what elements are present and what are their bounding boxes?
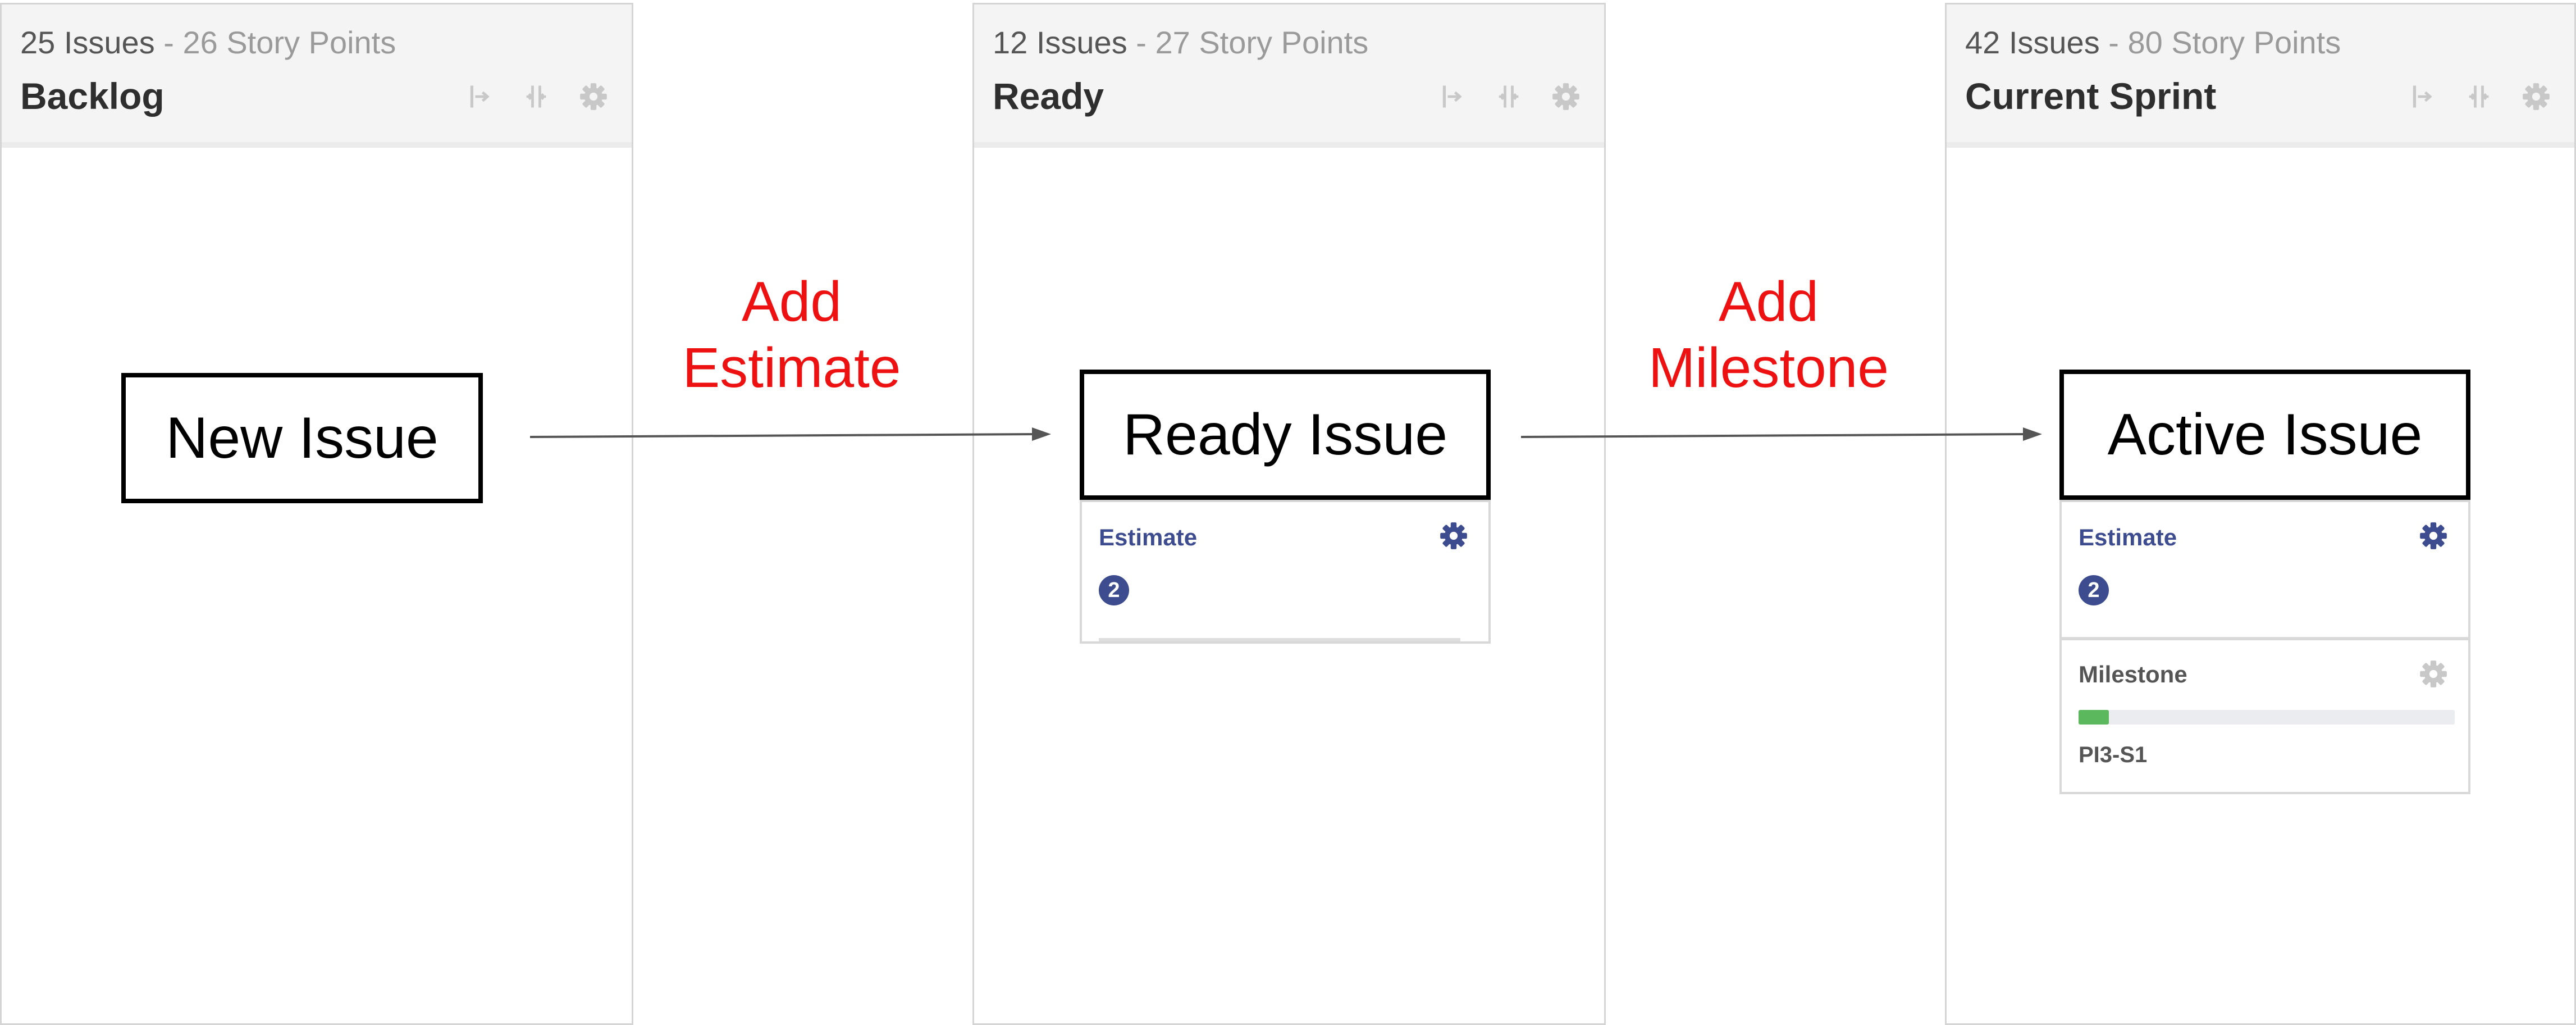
column-backlog: 25 Issues - 26 Story Points Backlog: [0, 3, 633, 1025]
transition-label-line: Milestone: [1648, 336, 1889, 399]
milestone-progress-fill: [2079, 710, 2109, 725]
column-header-backlog: 25 Issues - 26 Story Points Backlog: [2, 4, 632, 148]
arrow-new-to-ready: [529, 427, 1051, 441]
stage-box-new-issue: New Issue: [121, 373, 483, 503]
column-tools: [1437, 82, 1581, 111]
column-title: Backlog: [20, 75, 165, 117]
transition-label-add-milestone: Add Milestone: [1623, 268, 1915, 401]
compress-icon[interactable]: [522, 82, 551, 111]
transition-label-line: Add: [742, 270, 842, 333]
column-header-ready: 12 Issues - 27 Story Points Ready: [974, 4, 1604, 148]
collapse-icon[interactable]: [2407, 82, 2436, 111]
stage-box-active-issue: Active Issue: [2059, 370, 2470, 500]
transition-label-line: Add: [1719, 270, 1819, 333]
summary-separator: -: [1136, 25, 1147, 60]
gear-icon[interactable]: [2419, 521, 2448, 550]
gear-icon[interactable]: [579, 82, 608, 111]
estimate-panel-ready: Estimate 2: [1080, 500, 1491, 644]
story-points: 26 Story Points: [182, 25, 396, 60]
column-tools: [464, 82, 608, 111]
estimate-label: Estimate: [2079, 524, 2177, 550]
collapse-icon[interactable]: [464, 82, 494, 111]
compress-icon[interactable]: [1494, 82, 1523, 111]
gear-icon[interactable]: [1439, 521, 1468, 550]
transition-label-line: Estimate: [682, 336, 901, 399]
milestone-panel: Milestone PI3-S1: [2059, 638, 2470, 794]
milestone-label: Milestone: [2079, 661, 2187, 687]
gear-icon[interactable]: [1551, 82, 1581, 111]
milestone-name: PI3-S1: [2079, 742, 2148, 767]
column-summary: 25 Issues - 26 Story Points: [20, 27, 396, 58]
estimate-panel-active: Estimate 2: [2059, 500, 2470, 640]
stage-box-ready-issue: Ready Issue: [1080, 370, 1491, 500]
issue-count: 25 Issues: [20, 25, 155, 60]
estimate-label: Estimate: [1099, 524, 1198, 550]
compress-icon[interactable]: [2464, 82, 2493, 111]
collapse-icon[interactable]: [1437, 82, 1466, 111]
story-points: 80 Story Points: [2127, 25, 2341, 60]
gear-icon[interactable]: [2419, 659, 2448, 689]
issue-count: 12 Issues: [993, 25, 1127, 60]
column-header-current-sprint: 42 Issues - 80 Story Points Current Spri…: [1947, 4, 2574, 148]
estimate-value-badge: 2: [2079, 575, 2109, 605]
column-summary: 42 Issues - 80 Story Points: [1965, 27, 2341, 58]
arrow-ready-to-active: [1520, 427, 2042, 441]
summary-separator: -: [2108, 25, 2119, 60]
column-title: Current Sprint: [1965, 75, 2217, 117]
story-points: 27 Story Points: [1155, 25, 1369, 60]
milestone-progress-bar: [2079, 710, 2455, 725]
issue-count: 42 Issues: [1965, 25, 2100, 60]
column-summary: 12 Issues - 27 Story Points: [993, 27, 1368, 58]
column-title: Ready: [993, 75, 1104, 117]
gear-icon[interactable]: [2522, 82, 2551, 111]
panel-divider: [1099, 638, 1460, 641]
transition-label-add-estimate: Add Estimate: [651, 268, 932, 401]
estimate-value-badge: 2: [1099, 575, 1129, 605]
column-tools: [2407, 82, 2551, 111]
summary-separator: -: [163, 25, 174, 60]
